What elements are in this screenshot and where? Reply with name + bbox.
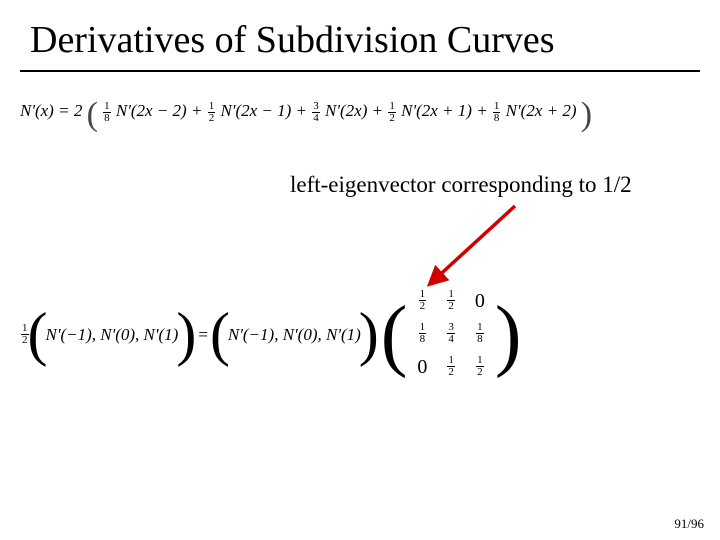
eq1-term-0: N'(2x − 2) — [116, 101, 187, 120]
matrix-cell: 12 — [419, 289, 427, 312]
close-paren-icon: ) — [176, 300, 196, 369]
plus-icon: + — [191, 101, 207, 120]
eq1-coef-1: 12 — [208, 101, 216, 124]
matrix-cell: 18 — [476, 322, 484, 345]
eq1-term-4: N'(2x + 2) — [506, 101, 577, 120]
eigenvector-caption: left-eigenvector corresponding to 1/2 — [290, 172, 632, 198]
open-paren-icon: ( — [210, 300, 230, 369]
eq1-term-1: N'(2x − 1) — [220, 101, 291, 120]
matrix-close-paren-icon: ) — [495, 295, 522, 375]
page-number: 91/96 — [674, 516, 704, 532]
matrix-cell: 12 — [476, 355, 484, 378]
matrix-open-paren-icon: ( — [381, 295, 408, 375]
matrix-cell: 34 — [447, 322, 455, 345]
matrix-row: 0 12 12 — [407, 351, 495, 384]
plus-icon: + — [372, 101, 388, 120]
title-rule — [20, 70, 700, 72]
eq1-coef-0: 18 — [103, 101, 111, 124]
matrix-cell: 12 — [447, 289, 455, 312]
page-title: Derivatives of Subdivision Curves — [30, 18, 555, 62]
plus-icon: + — [296, 101, 312, 120]
matrix-cell: 12 — [447, 355, 455, 378]
eq1-lhs: N'(x) = 2 — [20, 101, 82, 120]
matrix-body: 12 12 0 18 34 18 0 12 12 — [407, 285, 495, 384]
eq1-coef-4: 18 — [493, 101, 501, 124]
eq2-lhs-vector: N'(−1), N'(0), N'(1) — [45, 325, 178, 345]
matrix-row: 18 34 18 — [407, 318, 495, 351]
equals-icon: = — [198, 325, 208, 345]
close-paren-icon: ) — [359, 300, 379, 369]
eq1-coef-3: 12 — [388, 101, 396, 124]
subdivision-matrix: ( 12 12 0 18 34 18 0 12 12 ) — [381, 285, 522, 384]
matrix-cell: 18 — [419, 322, 427, 345]
equation-eigenvector: 12 ( N'(−1), N'(0), N'(1) ) = ( N'(−1), … — [20, 285, 522, 384]
close-paren-icon: ) — [581, 96, 592, 133]
matrix-row: 12 12 0 — [407, 285, 495, 318]
eq2-rhs-vector: N'(−1), N'(0), N'(1) — [228, 325, 361, 345]
open-paren-icon: ( — [87, 96, 98, 133]
plus-icon: + — [476, 101, 492, 120]
equation-derivative-expansion: N'(x) = 2 ( 18 N'(2x − 2) + 12 N'(2x − 1… — [20, 96, 592, 134]
matrix-cell: 0 — [417, 356, 427, 378]
eq1-coef-2: 34 — [312, 101, 320, 124]
eq1-term-2: N'(2x) — [325, 101, 367, 120]
matrix-cell: 0 — [475, 290, 485, 312]
eq1-term-3: N'(2x + 1) — [401, 101, 472, 120]
